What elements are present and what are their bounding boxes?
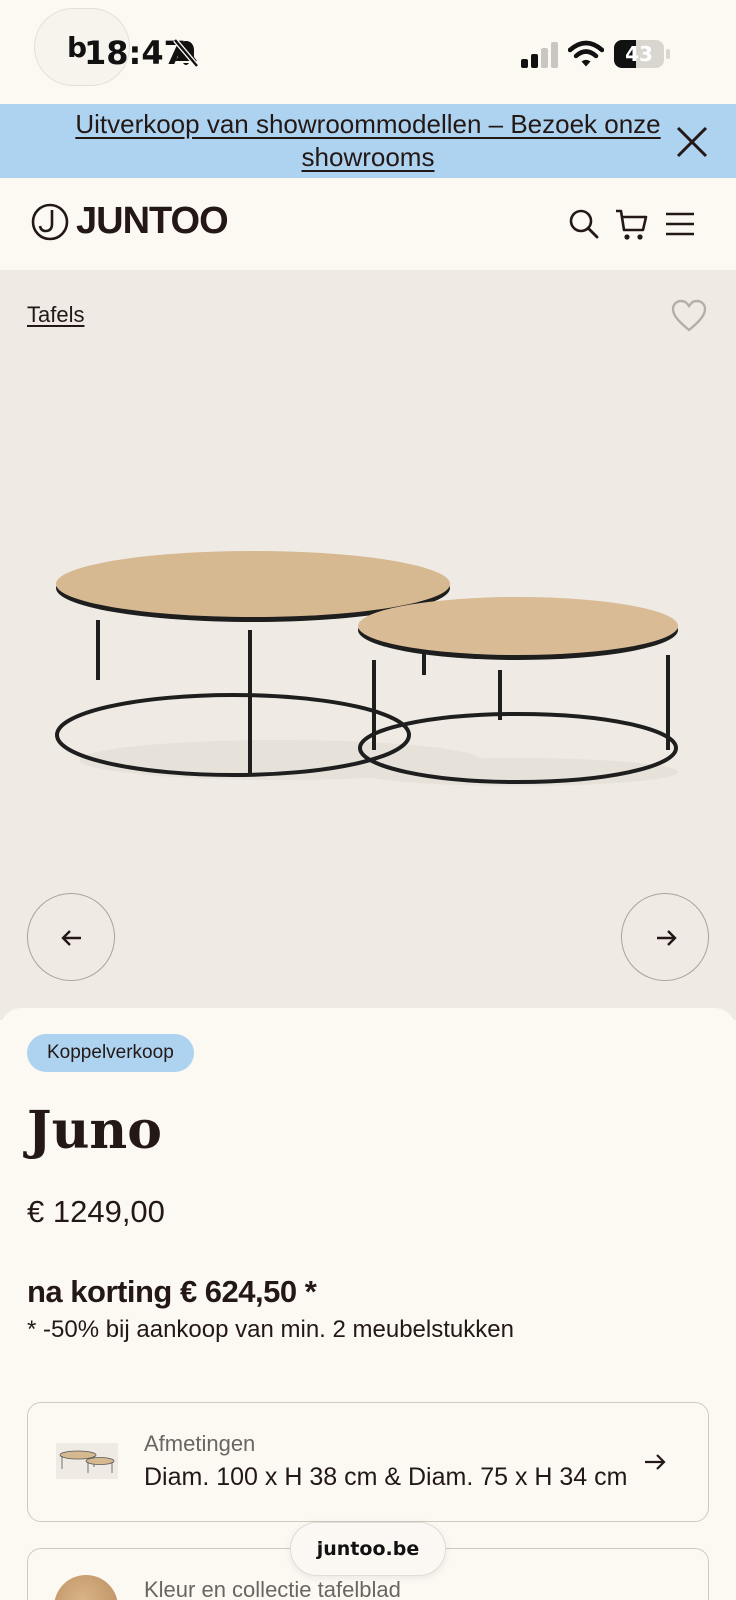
status-time: 18:47 — [84, 34, 186, 72]
product-gallery[interactable]: Tafels — [0, 270, 736, 1020]
spec-value: Diam. 100 x H 38 cm & Diam. 75 x H 34 cm — [144, 1463, 628, 1491]
spec-label: Kleur en collectie tafelblad — [144, 1577, 401, 1600]
spec-label: Afmetingen — [144, 1431, 256, 1456]
breadcrumb[interactable]: Tafels — [27, 302, 84, 328]
logo[interactable]: JUNTOO — [76, 200, 229, 243]
logo-mark-icon[interactable] — [30, 202, 70, 242]
product-price: € 1249,00 — [27, 1194, 165, 1229]
arrow-right-icon — [645, 1454, 666, 1470]
color-swatch — [54, 1575, 118, 1600]
product-panel: Koppelverkoop Juno € 1249,00 na korting … — [0, 1008, 736, 1600]
page-title: Juno — [27, 1100, 162, 1161]
battery-icon: 43 — [614, 40, 670, 68]
close-icon[interactable] — [672, 122, 712, 162]
arrow-right-icon — [657, 930, 677, 946]
promo-text[interactable]: Uitverkoop van showroommodellen – Bezoek… — [75, 109, 660, 172]
wifi-icon — [568, 40, 604, 67]
product-image — [55, 551, 678, 786]
dimensions-thumbnail — [56, 1443, 118, 1479]
battery-percent: 43 — [625, 42, 653, 66]
next-image-button[interactable] — [621, 893, 709, 981]
arrow-left-icon — [61, 930, 81, 946]
bell-off-icon — [173, 38, 199, 68]
discount-note: * -50% bij aankoop van min. 2 meubelstuk… — [27, 1316, 514, 1343]
discount-price: na korting € 624,50 * — [27, 1274, 317, 1309]
promo-banner: Uitverkoop van showroommodellen – Bezoek… — [0, 104, 736, 178]
browser-url-pill[interactable]: juntoo.be — [290, 1522, 446, 1576]
menu-icon[interactable] — [662, 206, 698, 242]
search-icon[interactable] — [566, 206, 602, 242]
heart-icon[interactable] — [670, 298, 708, 334]
signal-icon — [521, 42, 558, 68]
site-header: JUNTOO — [0, 178, 736, 270]
dimensions-card[interactable]: Afmetingen Diam. 100 x H 38 cm & Diam. 7… — [27, 1402, 709, 1522]
cart-icon[interactable] — [614, 206, 650, 242]
prev-image-button[interactable] — [27, 893, 115, 981]
promo-link[interactable]: Uitverkoop van showroommodellen – Bezoek… — [60, 108, 676, 174]
status-bar: b 18:47 43 — [0, 0, 736, 104]
status-badge: Koppelverkoop — [27, 1034, 194, 1072]
